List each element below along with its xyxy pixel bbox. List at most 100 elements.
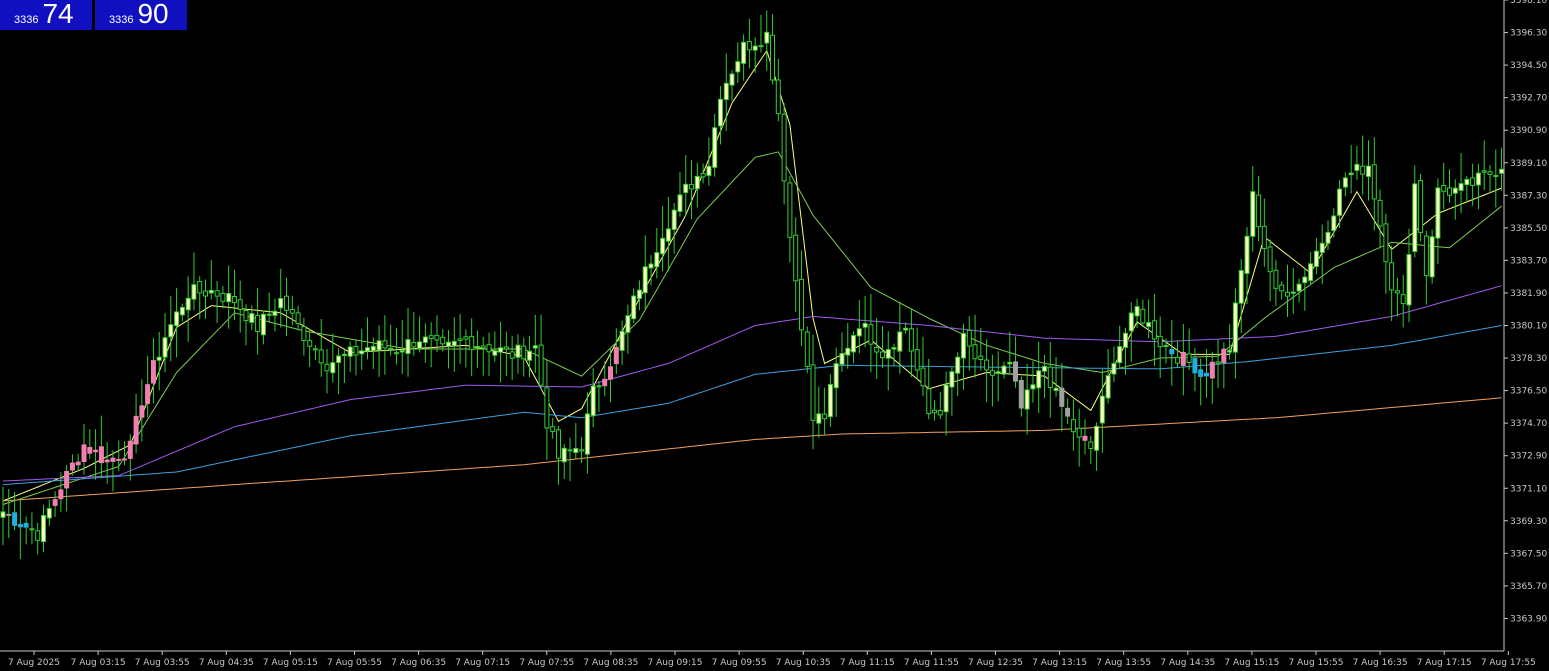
- candle-body: [469, 336, 475, 351]
- candle-body: [1470, 177, 1476, 186]
- candle-body: [272, 310, 278, 316]
- candle-body: [220, 293, 226, 302]
- candle-body: [891, 347, 897, 350]
- candle-body: [1423, 235, 1429, 277]
- candle-body: [1435, 187, 1441, 239]
- candle-body: [110, 457, 116, 462]
- candle-body: [399, 350, 405, 353]
- candle-body: [908, 328, 914, 352]
- candle-body: [984, 359, 990, 371]
- candle-body: [237, 299, 243, 310]
- candle-body: [185, 297, 191, 311]
- candle-body: [168, 324, 174, 338]
- candle-body: [1366, 165, 1371, 178]
- candle-body: [203, 290, 208, 297]
- candle-body: [1487, 171, 1493, 175]
- candle-body: [989, 370, 995, 376]
- candle-body: [1146, 322, 1152, 328]
- time-tick-label: 7 Aug 11:15: [840, 658, 895, 668]
- candle-body: [1123, 332, 1128, 348]
- candle-body: [451, 340, 457, 347]
- candle-body: [735, 61, 741, 73]
- time-tick-label: 7 Aug 04:35: [199, 658, 254, 668]
- candle-body: [388, 347, 394, 350]
- candle-body: [683, 183, 689, 194]
- candle-body: [6, 513, 12, 516]
- candle-body: [648, 263, 654, 269]
- candle-body: [746, 41, 752, 51]
- candle-body: [613, 346, 619, 365]
- candle-body: [602, 378, 608, 387]
- candle-body: [1429, 236, 1435, 278]
- candle-body: [596, 385, 602, 388]
- candle-body: [1256, 194, 1262, 228]
- candle-body: [174, 311, 180, 327]
- candle-body: [1238, 270, 1244, 304]
- candle-body: [1377, 199, 1383, 227]
- candle-body: [127, 440, 133, 459]
- candle-body: [584, 413, 590, 455]
- candle-body: [1296, 283, 1302, 292]
- candle-body: [17, 524, 23, 528]
- candle-body: [1169, 348, 1175, 355]
- candle-body: [665, 228, 671, 242]
- candle-body: [480, 345, 486, 349]
- candle-body: [1175, 356, 1181, 364]
- candle-body: [1285, 291, 1290, 297]
- candle-body: [226, 293, 232, 303]
- price-tick-label: 3376.50: [1510, 387, 1547, 397]
- candle-body: [723, 82, 729, 101]
- candle-body: [1493, 175, 1499, 177]
- candle-body: [417, 341, 423, 349]
- candle-body: [1001, 365, 1007, 375]
- candle-body: [156, 356, 162, 361]
- price-tick-label: 3367.50: [1510, 549, 1547, 559]
- candles: [0, 10, 1505, 560]
- candle-body: [752, 45, 758, 51]
- candle-body: [972, 344, 978, 360]
- candle-body: [1059, 387, 1065, 407]
- candle-body: [810, 364, 816, 421]
- time-tick-label: 7 Aug 12:35: [968, 658, 1023, 668]
- candle-body: [573, 448, 579, 453]
- time-tick-label: 7 Aug 13:55: [1096, 658, 1151, 668]
- candle-body: [1117, 346, 1123, 364]
- candle-body: [718, 98, 723, 127]
- time-tick-label: 7 Aug 15:15: [1224, 658, 1279, 668]
- ma-orange-line: [2, 397, 1502, 502]
- candle-body: [353, 345, 359, 356]
- candle-body: [914, 349, 920, 371]
- candle-body: [619, 330, 625, 351]
- candle-body: [1383, 223, 1389, 263]
- candle-body: [52, 499, 58, 506]
- candle-body: [631, 295, 637, 320]
- candle-body: [1302, 276, 1308, 284]
- time-tick-label: 7 Aug 17:15: [1417, 658, 1472, 668]
- candle-body: [23, 522, 29, 528]
- price-tick-label: 3392.70: [1510, 94, 1547, 104]
- candle-body: [64, 471, 70, 489]
- price-chart[interactable]: 3398.10 3396.30 3394.50 3392.70 3390.90 3389.…: [0, 0, 1549, 671]
- candle-body: [301, 326, 307, 342]
- candle-body: [1394, 290, 1400, 294]
- candle-body: [1441, 185, 1447, 192]
- candle-body: [1475, 172, 1481, 186]
- candle-body: [58, 489, 64, 500]
- candle-body: [1261, 225, 1267, 250]
- candle-body: [29, 528, 35, 531]
- candle-body: [1215, 361, 1221, 364]
- candle-body: [966, 329, 972, 347]
- candle-body: [312, 348, 318, 351]
- candle-body: [81, 444, 87, 462]
- candle-body: [1076, 427, 1082, 438]
- candle-body: [880, 351, 885, 359]
- candle-body: [41, 515, 46, 543]
- candle-body: [104, 459, 110, 463]
- candle-body: [393, 352, 399, 355]
- candle-body: [289, 309, 295, 314]
- candle-body: [1186, 353, 1192, 363]
- candle-body: [903, 327, 909, 331]
- candle-body: [1047, 366, 1053, 389]
- candle-body: [793, 234, 799, 282]
- candle-body: [1244, 235, 1250, 275]
